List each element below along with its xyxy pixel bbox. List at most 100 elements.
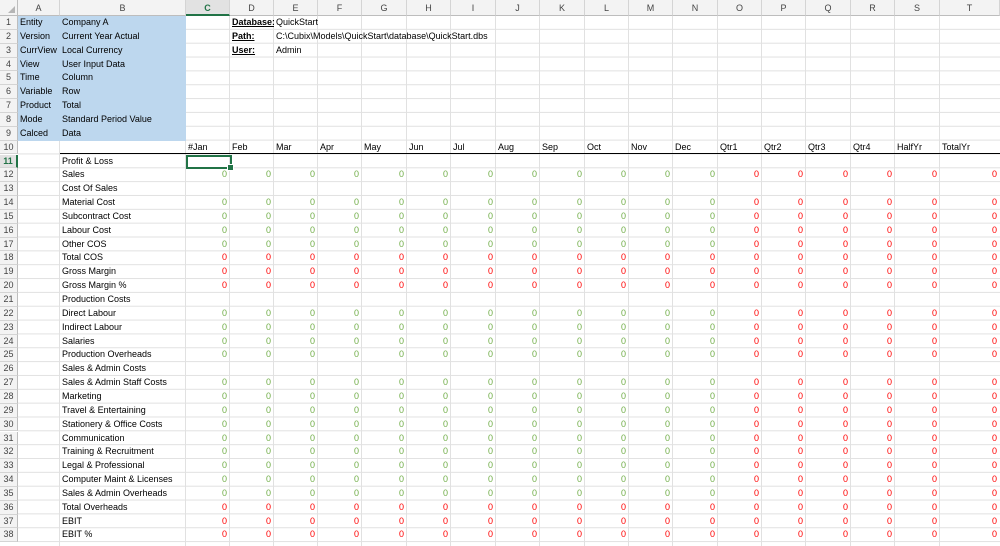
value-cell[interactable]: 0: [318, 210, 362, 224]
value-cell[interactable]: 0: [895, 528, 940, 542]
value-cell[interactable]: 0: [629, 515, 673, 529]
value-cell[interactable]: 0: [851, 210, 895, 224]
row-label[interactable]: Salaries: [60, 335, 186, 349]
value-cell[interactable]: 0: [806, 210, 851, 224]
value-cell[interactable]: 0: [318, 473, 362, 487]
param-value[interactable]: Row: [60, 85, 186, 99]
param-key[interactable]: Version: [18, 30, 60, 44]
value-cell[interactable]: 0: [496, 432, 540, 446]
value-cell[interactable]: 0: [585, 251, 629, 265]
value-cell[interactable]: 0: [540, 210, 585, 224]
value-cell[interactable]: 0: [585, 265, 629, 279]
value-cell[interactable]: 0: [718, 445, 762, 459]
value-cell[interactable]: 0: [318, 265, 362, 279]
value-cell[interactable]: 0: [673, 390, 718, 404]
value-cell[interactable]: 0: [362, 418, 407, 432]
value-cell[interactable]: 0: [851, 335, 895, 349]
value-cell[interactable]: 0: [629, 473, 673, 487]
value-cell[interactable]: 0: [186, 418, 230, 432]
period-header[interactable]: Aug: [496, 141, 540, 155]
value-cell[interactable]: 0: [186, 238, 230, 252]
row-header-10[interactable]: 10: [0, 140, 18, 155]
value-cell[interactable]: 0: [895, 251, 940, 265]
value-cell[interactable]: 0: [762, 473, 806, 487]
column-header-d[interactable]: D: [230, 0, 274, 16]
param-key[interactable]: Time: [18, 71, 60, 85]
value-cell[interactable]: 0: [186, 501, 230, 515]
value-cell[interactable]: 0: [496, 251, 540, 265]
row-header-35[interactable]: 35: [0, 486, 18, 501]
value-cell[interactable]: 0: [673, 459, 718, 473]
value-cell[interactable]: 0: [451, 335, 496, 349]
value-cell[interactable]: 0: [940, 224, 1000, 238]
info-value[interactable]: Admin: [274, 44, 574, 58]
value-cell[interactable]: 0: [186, 335, 230, 349]
value-cell[interactable]: 0: [806, 515, 851, 529]
value-cell[interactable]: 0: [451, 528, 496, 542]
value-cell[interactable]: 0: [940, 376, 1000, 390]
value-cell[interactable]: 0: [806, 279, 851, 293]
value-cell[interactable]: 0: [585, 432, 629, 446]
value-cell[interactable]: 0: [230, 196, 274, 210]
value-cell[interactable]: 0: [673, 348, 718, 362]
value-cell[interactable]: 0: [496, 335, 540, 349]
value-cell[interactable]: 0: [895, 265, 940, 279]
row-header-4[interactable]: 4: [0, 57, 18, 72]
value-cell[interactable]: 0: [407, 224, 451, 238]
value-cell[interactable]: 0: [540, 348, 585, 362]
column-header-m[interactable]: M: [629, 0, 673, 16]
value-cell[interactable]: 0: [895, 168, 940, 182]
value-cell[interactable]: 0: [585, 418, 629, 432]
row-label[interactable]: Sales: [60, 168, 186, 182]
param-key[interactable]: CurrView: [18, 44, 60, 58]
period-header[interactable]: Qtr4: [851, 141, 895, 155]
value-cell[interactable]: 0: [230, 418, 274, 432]
value-cell[interactable]: 0: [318, 459, 362, 473]
value-cell[interactable]: 0: [318, 487, 362, 501]
value-cell[interactable]: 0: [851, 404, 895, 418]
value-cell[interactable]: 0: [629, 487, 673, 501]
active-cell-selection[interactable]: [186, 154, 234, 171]
value-cell[interactable]: 0: [540, 224, 585, 238]
value-cell[interactable]: 0: [496, 390, 540, 404]
value-cell[interactable]: 0: [230, 445, 274, 459]
value-cell[interactable]: 0: [362, 279, 407, 293]
param-key[interactable]: Variable: [18, 85, 60, 99]
value-cell[interactable]: 0: [895, 196, 940, 210]
value-cell[interactable]: 0: [318, 279, 362, 293]
value-cell[interactable]: 0: [673, 321, 718, 335]
value-cell[interactable]: 0: [851, 445, 895, 459]
value-cell[interactable]: 0: [540, 196, 585, 210]
value-cell[interactable]: 0: [362, 224, 407, 238]
value-cell[interactable]: 0: [318, 390, 362, 404]
period-header[interactable]: Feb: [230, 141, 274, 155]
value-cell[interactable]: 0: [318, 348, 362, 362]
value-cell[interactable]: 0: [673, 445, 718, 459]
value-cell[interactable]: 0: [806, 168, 851, 182]
value-cell[interactable]: 0: [496, 501, 540, 515]
param-key[interactable]: Product: [18, 99, 60, 113]
value-cell[interactable]: 0: [540, 528, 585, 542]
value-cell[interactable]: 0: [629, 348, 673, 362]
value-cell[interactable]: 0: [318, 335, 362, 349]
value-cell[interactable]: 0: [585, 445, 629, 459]
value-cell[interactable]: 0: [718, 473, 762, 487]
value-cell[interactable]: 0: [318, 321, 362, 335]
value-cell[interactable]: 0: [318, 307, 362, 321]
value-cell[interactable]: 0: [806, 321, 851, 335]
period-header[interactable]: Apr: [318, 141, 362, 155]
value-cell[interactable]: 0: [940, 196, 1000, 210]
value-cell[interactable]: 0: [451, 168, 496, 182]
value-cell[interactable]: 0: [629, 224, 673, 238]
row-header-12[interactable]: 12: [0, 168, 18, 183]
value-cell[interactable]: 0: [895, 238, 940, 252]
value-cell[interactable]: 0: [274, 335, 318, 349]
row-header-2[interactable]: 2: [0, 29, 18, 44]
info-label[interactable]: User:: [230, 44, 274, 58]
value-cell[interactable]: 0: [895, 404, 940, 418]
value-cell[interactable]: 0: [673, 515, 718, 529]
value-cell[interactable]: 0: [940, 279, 1000, 293]
value-cell[interactable]: 0: [673, 168, 718, 182]
value-cell[interactable]: 0: [629, 168, 673, 182]
row-label[interactable]: Cost Of Sales: [60, 182, 186, 196]
